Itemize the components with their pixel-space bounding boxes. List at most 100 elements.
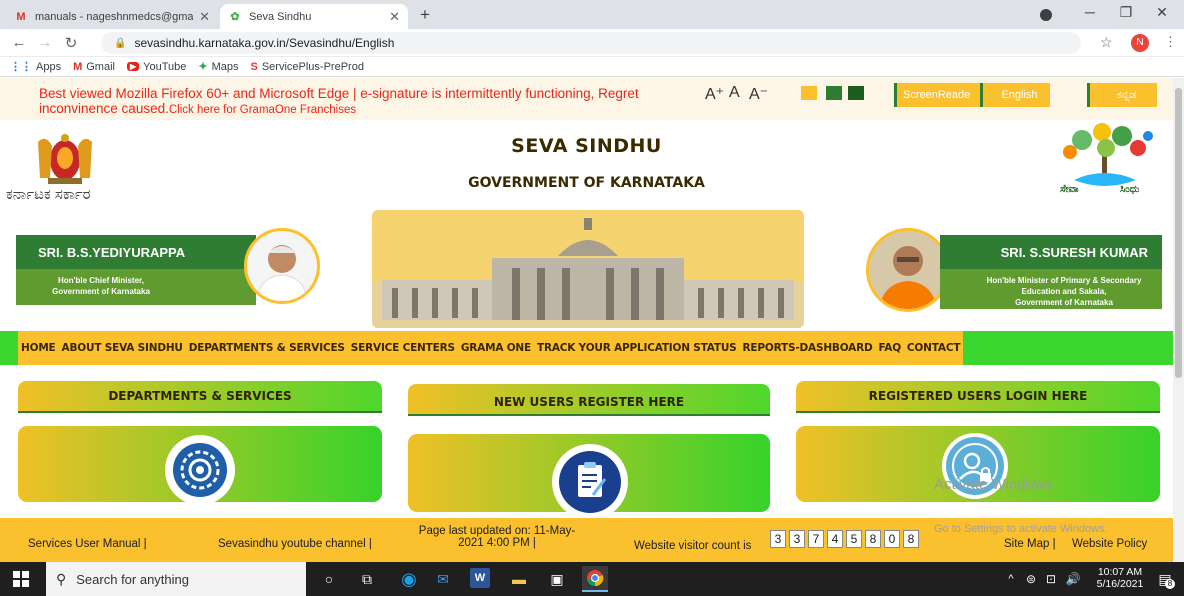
file-explorer-icon[interactable]: ▬: [508, 568, 530, 590]
nav-reports-dashboard[interactable]: REPORTS-DASHBOARD: [740, 342, 876, 354]
close-icon[interactable]: ✕: [389, 9, 400, 25]
page-scrollbar[interactable]: [1173, 78, 1184, 562]
minister-left-photo: [244, 228, 320, 304]
minister-right-name: SRI. S.SURESH KUMAR: [940, 235, 1162, 269]
services-user-manual-link[interactable]: Services User Manual |: [28, 538, 147, 550]
bookmarks-bar: ⋮⋮ Apps M Gmail ▶ YouTube ✦ Maps S ServicePlu…: [0, 57, 1184, 77]
vidhana-soudha-banner: [372, 210, 804, 328]
visitor-digit: 7: [808, 530, 824, 548]
minister-left-name: SRI. B.S.YEDIYURAPPA: [16, 235, 256, 269]
bookmark-label: ServicePlus-PreProd: [261, 60, 364, 73]
page-last-updated-line1: Page last updated on: 11-May-: [418, 525, 576, 537]
visitor-digit: 4: [827, 530, 843, 548]
nav-faq[interactable]: FAQ: [876, 342, 904, 354]
maps-icon: ✦: [198, 61, 208, 73]
activate-windows-hint: Go to Settings to activate Windows.: [934, 523, 1108, 535]
visitor-digit: 8: [903, 530, 919, 548]
task-view-icon[interactable]: ⧉: [356, 568, 378, 590]
scrollbar-thumb[interactable]: [1175, 88, 1182, 378]
minister-right-photo: [866, 228, 950, 312]
bookmark-label: Apps: [36, 60, 62, 73]
card-login-title[interactable]: REGISTERED USERS LOGIN HERE: [796, 381, 1160, 413]
nav-home[interactable]: HOME: [18, 342, 59, 354]
notice-bar: Best viewed Mozilla Firefox 60+ and Micr…: [0, 78, 1173, 120]
gramaone-franchise-link[interactable]: Click here for GramaOne Franchises: [169, 104, 356, 116]
website-policy-link[interactable]: Website Policy: [1072, 538, 1147, 550]
reload-icon[interactable]: ↻: [62, 34, 80, 52]
visitor-digit: 0: [884, 530, 900, 548]
web-page: Best viewed Mozilla Firefox 60+ and Micr…: [0, 78, 1173, 562]
card-register-title[interactable]: NEW USERS REGISTER HERE: [408, 384, 770, 416]
bookmark-serviceplus[interactable]: S ServicePlus-PreProd: [251, 61, 364, 73]
back-arrow-icon[interactable]: ←: [10, 34, 28, 51]
network-icon[interactable]: ⊡: [1040, 568, 1062, 590]
minister-left-role-line2: Government of Karnataka: [52, 287, 150, 296]
close-window-icon[interactable]: ✕: [1150, 4, 1174, 21]
restore-icon[interactable]: ❐: [1114, 4, 1138, 21]
nav-grama-one[interactable]: GRAMA ONE: [458, 342, 534, 354]
screen-reader-button[interactable]: ScreenReade: [894, 83, 980, 107]
edge-browser-icon[interactable]: ◉: [398, 568, 420, 590]
windows-start-icon[interactable]: [10, 568, 32, 590]
nav-about[interactable]: ABOUT SEVA SINDHU: [59, 342, 186, 354]
bookmark-youtube[interactable]: ▶ YouTube: [126, 61, 186, 73]
visitor-digit: 8: [865, 530, 881, 548]
serviceplus-icon: S: [250, 60, 258, 73]
close-icon[interactable]: ✕: [199, 9, 210, 25]
minister-right-role-line3: Government of Karnataka: [1015, 298, 1113, 307]
seva-sindhu-tree-logo: ಸೇವಾ ಸಿಂಧು: [1060, 123, 1153, 195]
url-bar[interactable]: 🔒 sevasindhu.karnataka.gov.in/Sevasindhu…: [101, 32, 1081, 54]
visitor-digit: 3: [789, 530, 805, 548]
bookmark-maps[interactable]: ✦ Maps: [198, 60, 238, 74]
tab-seva-sindhu[interactable]: ✿ Seva Sindhu ✕: [220, 4, 408, 29]
show-hidden-icons-chevron-icon[interactable]: ^: [1000, 568, 1022, 590]
nav-departments-services[interactable]: DEPARTMENTS & SERVICES: [186, 342, 348, 354]
page-last-updated: Page last updated on: 11-May- 2021 4:00 …: [412, 525, 582, 549]
store-icon[interactable]: ▣: [546, 568, 568, 590]
theme-green-swatch[interactable]: [826, 86, 842, 100]
cortana-icon[interactable]: ○: [318, 568, 340, 590]
nav-track-application[interactable]: TRACK YOUR APPLICATION STATUS: [534, 342, 740, 354]
taskbar-search-box[interactable]: ⚲ Search for anything: [46, 562, 306, 596]
main-nav-items: HOME ABOUT SEVA SINDHU DEPARTMENTS & SER…: [18, 331, 964, 365]
forward-arrow-icon[interactable]: →: [36, 34, 54, 51]
minister-left-role: Hon'ble Chief Minister, Government of Ka…: [16, 269, 256, 305]
word-icon[interactable]: W: [470, 568, 490, 588]
minimize-icon[interactable]: ─: [1078, 4, 1102, 20]
windows-taskbar: ⚲ Search for anything ○ ⧉ ◉ ✉ W ▬ ▣ ^ ⊜ …: [0, 562, 1184, 596]
onedrive-icon[interactable]: ⊜: [1020, 568, 1042, 590]
tab-gmail[interactable]: M manuals - nageshnmedcs@gmai ✕: [6, 4, 218, 29]
youtube-channel-link[interactable]: Sevasindhu youtube channel |: [218, 538, 372, 550]
theme-dark-green-swatch[interactable]: [848, 86, 864, 100]
font-decrease-button[interactable]: A⁻: [749, 84, 768, 104]
activate-windows-watermark: Activate Windows: [934, 476, 1053, 493]
english-button[interactable]: English: [980, 83, 1050, 107]
chrome-taskbar-icon[interactable]: [582, 566, 608, 592]
bookmark-apps[interactable]: ⋮⋮ Apps: [10, 60, 62, 74]
new-tab-button[interactable]: +: [420, 5, 430, 25]
font-normal-button[interactable]: A: [729, 84, 740, 102]
lock-icon: 🔒: [114, 37, 127, 49]
nav-contact[interactable]: CONTACT: [904, 342, 963, 354]
gear-icon[interactable]: [165, 435, 235, 505]
notification-center-icon[interactable]: ▤ 8: [1154, 568, 1176, 590]
browser-tab-bar: M manuals - nageshnmedcs@gmai ✕ ✿ Seva S…: [0, 0, 1184, 29]
youtube-icon: ▶: [126, 62, 140, 71]
menu-dots-icon[interactable]: ⋮: [1164, 34, 1177, 50]
taskbar-search-placeholder: Search for anything: [76, 571, 189, 587]
card-departments-title[interactable]: DEPARTMENTS & SERVICES: [18, 381, 382, 413]
main-navigation: HOME ABOUT SEVA SINDHU DEPARTMENTS & SER…: [0, 331, 1173, 365]
nav-service-centers[interactable]: SERVICE CENTERS: [348, 342, 458, 354]
clipboard-pen-icon[interactable]: [552, 444, 628, 520]
star-icon[interactable]: ☆: [1100, 34, 1113, 51]
taskbar-clock[interactable]: 10:07 AM 5/16/2021: [1096, 566, 1144, 590]
bookmark-gmail[interactable]: M Gmail: [73, 61, 115, 73]
kannada-button[interactable]: ಕನ್ನಡ: [1087, 83, 1157, 107]
profile-avatar[interactable]: N: [1131, 34, 1149, 52]
site-map-link[interactable]: Site Map |: [1004, 538, 1056, 550]
mail-icon[interactable]: ✉: [432, 568, 454, 590]
theme-yellow-swatch[interactable]: [801, 86, 817, 100]
visitor-count-label: Website visitor count is: [634, 540, 752, 552]
font-increase-button[interactable]: A⁺: [705, 84, 724, 104]
volume-icon[interactable]: 🔊: [1062, 568, 1084, 590]
